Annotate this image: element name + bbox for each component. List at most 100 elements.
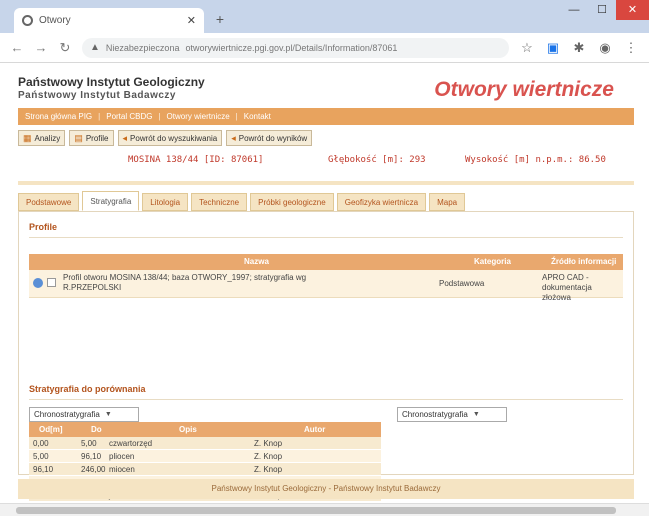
cell-opis: miocen bbox=[109, 465, 135, 474]
profiles-table-header: Nazwa Kategoria Źródło informacji bbox=[29, 254, 623, 270]
back-to-results-label: Powrót do wyników bbox=[238, 133, 308, 143]
cell-autor: Z. Knop bbox=[254, 465, 283, 474]
nav-link-home[interactable]: Strona główna PIG bbox=[22, 112, 95, 121]
tab-close-icon[interactable]: ✕ bbox=[187, 14, 196, 27]
analysis-label: Analizy bbox=[34, 133, 61, 143]
cell-od: 96,10 bbox=[33, 465, 54, 474]
profiles-button[interactable]: ▤ Profile bbox=[69, 130, 114, 146]
security-label: Niezabezpieczona bbox=[105, 42, 180, 53]
tab-content: Profile Nazwa Kategoria Źródło informacj… bbox=[18, 211, 634, 502]
url-text: otworywiertnicze.pgi.gov.pl/Details/Info… bbox=[185, 42, 398, 53]
well-name: MOSINA 138/44 [ID: 87061] bbox=[128, 155, 264, 165]
back-arrow-icon[interactable]: ← bbox=[10, 40, 24, 55]
nav-separator: | bbox=[235, 112, 238, 121]
tab-probki[interactable]: Próbki geologiczne bbox=[250, 193, 334, 211]
page: Państwowy Instytut Geologiczny Państwowy… bbox=[0, 63, 649, 516]
address-toolbar: ← → ↻ ▲ Niezabezpieczona otworywiertnicz… bbox=[0, 33, 649, 63]
chevron-down-icon: ▼ bbox=[472, 411, 480, 418]
nav-link-cbdg[interactable]: Portal CBDG bbox=[103, 112, 155, 121]
column-header-category[interactable]: Kategoria bbox=[474, 257, 511, 266]
cell-do: 5,00 bbox=[81, 439, 97, 448]
tab-title: Otwory bbox=[39, 15, 71, 26]
browser-titlebar: Otwory ✕ + — ☐ ✕ bbox=[0, 0, 649, 33]
stratigraphy-table-header: Od[m] Do Opis Autor bbox=[29, 422, 381, 437]
warning-icon: ▲ bbox=[90, 42, 100, 53]
back-to-results-button[interactable]: ◂ Powrót do wyników bbox=[226, 130, 313, 146]
footer: Państwowy Instytut Geologiczny - Państwo… bbox=[18, 479, 634, 499]
table-row[interactable]: 0,00 5,00 czwartorzęd Z. Knop bbox=[29, 437, 381, 450]
table-row[interactable]: 96,10 246,00 miocen Z. Knop bbox=[29, 463, 381, 476]
row-checkbox[interactable] bbox=[47, 278, 56, 287]
profile-avatar-icon[interactable]: ◉ bbox=[597, 40, 613, 56]
well-elevation: Wysokość [m] n.p.m.: 86.50 bbox=[465, 155, 606, 165]
profiles-label: Profile bbox=[85, 133, 109, 143]
browser-tab[interactable]: Otwory ✕ bbox=[14, 8, 204, 33]
reload-icon[interactable]: ↻ bbox=[58, 40, 72, 56]
profiles-title: Profile bbox=[29, 222, 58, 232]
column-header-name[interactable]: Nazwa bbox=[244, 257, 269, 266]
scrollbar-thumb[interactable] bbox=[16, 507, 616, 514]
tab-techniczne[interactable]: Techniczne bbox=[191, 193, 248, 211]
select-value: Chronostratygrafia bbox=[34, 410, 100, 419]
back-to-search-label: Powrót do wyszukiwania bbox=[130, 133, 218, 143]
cell-opis: czwartorzęd bbox=[109, 439, 153, 448]
expand-icon[interactable] bbox=[33, 278, 43, 288]
profile-name: Profil otworu MOSINA 138/44; baza OTWORY… bbox=[63, 273, 307, 292]
nav-link-otwory[interactable]: Otwory wiertnicze bbox=[164, 112, 233, 121]
minimize-button[interactable]: — bbox=[560, 0, 588, 20]
select-value: Chronostratygrafia bbox=[402, 410, 468, 419]
pin-icon[interactable]: ✱ bbox=[571, 40, 587, 56]
tab-stratygrafia[interactable]: Stratygrafia bbox=[82, 191, 140, 211]
extension-icon[interactable]: ▣ bbox=[545, 40, 561, 56]
new-tab-button[interactable]: + bbox=[210, 11, 230, 29]
chevron-down-icon: ▼ bbox=[104, 411, 112, 418]
section-divider bbox=[29, 399, 623, 400]
comparison-title: Stratygrafia do porównania bbox=[29, 384, 146, 394]
column-header-do[interactable]: Do bbox=[91, 425, 102, 434]
column-header-source[interactable]: Źródło informacji bbox=[551, 257, 616, 266]
forward-arrow-icon[interactable]: → bbox=[34, 40, 48, 55]
table-row[interactable]: Profil otworu MOSINA 138/44; baza OTWORY… bbox=[29, 270, 623, 302]
nav-separator: | bbox=[158, 112, 161, 121]
tab-podstawowe[interactable]: Podstawowe bbox=[18, 193, 80, 211]
table-row[interactable]: 5,00 96,10 pliocen Z. Knop bbox=[29, 450, 381, 463]
column-header-od[interactable]: Od[m] bbox=[39, 425, 63, 434]
app-title: Otwory wiertnicze bbox=[434, 78, 614, 101]
org-name: Państwowy Instytut Geologiczny bbox=[18, 75, 205, 89]
maximize-button[interactable]: ☐ bbox=[588, 0, 616, 20]
cell-do: 96,10 bbox=[81, 452, 102, 461]
detail-tabs: Podstawowe Stratygrafia Litologia Techni… bbox=[18, 191, 634, 211]
well-info: MOSINA 138/44 [ID: 87061] Głębokość [m]:… bbox=[18, 155, 634, 169]
back-to-search-button[interactable]: ◂ Powrót do wyszukiwania bbox=[117, 130, 223, 146]
analysis-icon: ▦ bbox=[23, 132, 32, 143]
horizontal-scrollbar[interactable] bbox=[0, 503, 649, 516]
globe-icon bbox=[22, 15, 33, 26]
org-subtitle: Państwowy Instytut Badawczy bbox=[18, 90, 176, 101]
site-header: Państwowy Instytut Geologiczny Państwowy… bbox=[18, 73, 634, 106]
tab-geofizyka[interactable]: Geofizyka wiertnicza bbox=[336, 193, 427, 211]
close-window-button[interactable]: ✕ bbox=[616, 0, 649, 20]
cell-autor: Z. Knop bbox=[254, 452, 283, 461]
stratigraphy-select-right[interactable]: Chronostratygrafia ▼ bbox=[397, 407, 507, 422]
bookmark-star-icon[interactable]: ☆ bbox=[519, 40, 535, 56]
action-toolbar: ▦ Analizy ▤ Profile ◂ Powrót do wyszukiw… bbox=[18, 128, 634, 148]
analysis-button[interactable]: ▦ Analizy bbox=[18, 130, 66, 146]
cell-do: 246,00 bbox=[81, 465, 106, 474]
top-navigation: Strona główna PIG | Portal CBDG | Otwory w… bbox=[18, 108, 634, 125]
cell-od: 0,00 bbox=[33, 439, 49, 448]
stratigraphy-select-left[interactable]: Chronostratygrafia ▼ bbox=[29, 407, 139, 422]
url-bar[interactable]: ▲ Niezabezpieczona otworywiertnicze.pgi.… bbox=[82, 37, 509, 58]
well-depth: Głębokość [m]: 293 bbox=[328, 155, 426, 165]
nav-separator: | bbox=[98, 112, 101, 121]
tab-litologia[interactable]: Litologia bbox=[142, 193, 189, 211]
menu-dots-icon[interactable]: ⋮ bbox=[623, 40, 639, 56]
tab-mapa[interactable]: Mapa bbox=[429, 193, 466, 211]
back-icon: ◂ bbox=[122, 132, 128, 143]
section-divider bbox=[29, 237, 623, 238]
profile-category: Podstawowa bbox=[439, 279, 485, 288]
cell-autor: Z. Knop bbox=[254, 439, 283, 448]
column-header-opis[interactable]: Opis bbox=[179, 425, 197, 434]
nav-link-contact[interactable]: Kontakt bbox=[241, 112, 274, 121]
column-header-autor[interactable]: Autor bbox=[304, 425, 325, 434]
profile-source: APRO CAD - dokumentacja złożowa bbox=[542, 273, 592, 302]
